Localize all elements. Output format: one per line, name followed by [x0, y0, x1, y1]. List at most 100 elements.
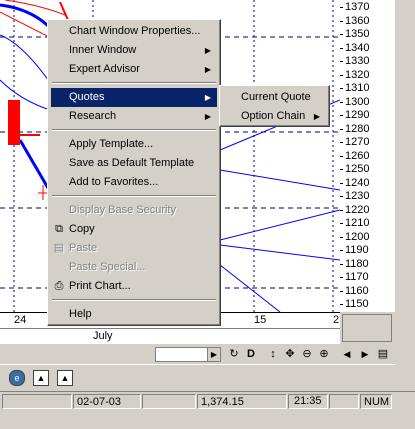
- window-icon[interactable]: ▤: [376, 347, 390, 361]
- month-label: July: [93, 330, 113, 342]
- d-icon[interactable]: D: [244, 347, 258, 361]
- y-tick-label: 1260: [345, 149, 370, 162]
- y-tick-label: 1360: [345, 14, 370, 27]
- menu-item-quotes[interactable]: Quotes ▶: [51, 88, 217, 107]
- menu-item-help[interactable]: Help: [51, 305, 217, 324]
- y-tick-mark: [340, 290, 343, 292]
- menu-separator: [52, 195, 216, 197]
- y-tick-label: 1250: [345, 163, 370, 175]
- month-axis: July: [0, 328, 340, 345]
- chart-window-icon[interactable]: ▲: [33, 370, 49, 386]
- status-pane: [142, 394, 196, 409]
- chart-window-icon[interactable]: ▲: [57, 370, 73, 386]
- series-line: [219, 169, 340, 191]
- menu-item-option-chain[interactable]: Option Chain ▶: [223, 107, 326, 126]
- menu-item-research[interactable]: Research ▶: [51, 107, 217, 126]
- submenu-arrow-icon: ▶: [204, 112, 211, 121]
- y-tick-label: 1150: [345, 298, 369, 310]
- y-tick-mark: [340, 128, 343, 130]
- menu-item-label: Add to Favorites...: [69, 176, 159, 188]
- axis-corner: [340, 312, 395, 344]
- menu-item-label: Inner Window: [69, 44, 137, 56]
- series-line: [219, 209, 340, 241]
- menu-item-paste-special[interactable]: Paste Special...: [51, 258, 217, 277]
- scroll-right-icon[interactable]: ▶: [358, 347, 372, 361]
- zoom-out-icon[interactable]: ⊖: [300, 347, 314, 361]
- menu-item-paste[interactable]: ▤ Paste: [51, 239, 217, 258]
- x-tick-label: 2: [333, 314, 340, 326]
- scroll-right-arrow-icon[interactable]: ▶: [207, 348, 220, 361]
- y-tick-mark: [340, 34, 343, 35]
- y-tick-label: 1160: [345, 284, 369, 297]
- y-tick-label: 1320: [345, 68, 370, 81]
- quotes-submenu: Current Quote Option Chain ▶: [219, 85, 330, 127]
- y-tick-mark: [340, 196, 343, 197]
- y-tick-label: 1240: [345, 176, 370, 189]
- y-tick-mark: [340, 236, 343, 238]
- menu-item-chart-window-properties[interactable]: Chart Window Properties...: [51, 22, 217, 41]
- menu-item-print-chart[interactable]: ⎙ Print Chart...: [51, 277, 217, 296]
- price-axis: 1370 1360 1350 1340 1330 1320 1310 1300 1290 1280…: [340, 0, 395, 312]
- y-tick-mark: [340, 263, 343, 265]
- menu-item-copy[interactable]: ⧉ Copy: [51, 220, 217, 239]
- menu-item-display-base-security[interactable]: Display Base Security: [51, 201, 217, 220]
- horizontal-scrollbar[interactable]: ▶: [155, 347, 221, 362]
- status-num: NUM: [360, 394, 392, 409]
- menu-item-label: Save as Default Template: [69, 157, 195, 169]
- y-tick-label: 1210: [345, 217, 370, 229]
- y-tick-mark: [340, 7, 343, 8]
- y-tick-mark: [340, 142, 343, 143]
- y-tick-label: 1340: [345, 41, 370, 54]
- menu-separator: [52, 299, 216, 301]
- y-tick-mark: [340, 277, 343, 278]
- y-tick-mark: [340, 101, 343, 103]
- y-tick-mark: [340, 115, 343, 116]
- status-pane: [2, 394, 72, 409]
- menu-item-inner-window[interactable]: Inner Window ▶: [51, 41, 217, 60]
- candle-bar: [8, 100, 20, 145]
- status-price: 1,374.15: [197, 394, 287, 409]
- zoom-in-icon[interactable]: ⊕: [317, 347, 331, 361]
- scroll-left-icon[interactable]: ◀: [340, 347, 354, 361]
- series-line: [219, 244, 340, 261]
- y-tick-mark: [340, 155, 343, 157]
- refresh-icon[interactable]: ↻: [227, 347, 241, 361]
- x-tick-label: 15: [254, 314, 267, 326]
- y-tick-mark: [340, 47, 343, 49]
- menu-item-label: Research: [69, 110, 117, 122]
- menu-item-expert-advisor[interactable]: Expert Advisor ▶: [51, 60, 217, 79]
- chart-toolbar: ▶ ↻ D ↕ ✥ ⊖ ⊕ ◀ ▶ ▤: [0, 344, 395, 364]
- menu-separator: [52, 129, 216, 131]
- globe-icon[interactable]: e: [9, 370, 25, 386]
- up-down-icon[interactable]: ↕: [266, 347, 280, 361]
- crosshair-icon[interactable]: ✥: [283, 347, 297, 361]
- paste-icon: ▤: [53, 242, 65, 254]
- menu-item-label: Paste Special...: [69, 261, 146, 273]
- y-tick-mark: [340, 182, 343, 184]
- menu-item-label: Option Chain: [241, 110, 306, 122]
- y-tick-label: 1220: [345, 203, 370, 216]
- menu-item-label: Display Base Security: [69, 204, 176, 216]
- y-tick-mark: [340, 74, 343, 76]
- menu-item-label: Expert Advisor: [69, 63, 140, 75]
- printer-icon: ⎙: [54, 280, 64, 292]
- menu-item-label: Help: [69, 308, 92, 320]
- menu-item-current-quote[interactable]: Current Quote: [223, 88, 326, 107]
- y-tick-mark: [340, 304, 343, 305]
- y-tick-label: 1330: [345, 55, 370, 67]
- y-tick-label: 1200: [345, 230, 370, 243]
- menu-item-save-default-template[interactable]: Save as Default Template: [51, 154, 217, 173]
- menu-item-add-to-favorites[interactable]: Add to Favorites...: [51, 173, 217, 192]
- y-tick-label: 1180: [345, 257, 369, 270]
- y-tick-mark: [340, 20, 343, 22]
- y-tick-label: 1270: [345, 136, 370, 148]
- menu-item-apply-template[interactable]: Apply Template...: [51, 135, 217, 154]
- y-tick-label: 1230: [345, 190, 370, 202]
- y-tick-mark: [340, 223, 343, 224]
- x-tick-label: 24: [14, 314, 27, 326]
- series-line: [59, 1, 69, 21]
- menu-item-label: Paste: [69, 242, 98, 254]
- y-tick-mark: [340, 250, 343, 251]
- y-tick-mark: [340, 209, 343, 211]
- y-tick-label: 1280: [345, 122, 370, 135]
